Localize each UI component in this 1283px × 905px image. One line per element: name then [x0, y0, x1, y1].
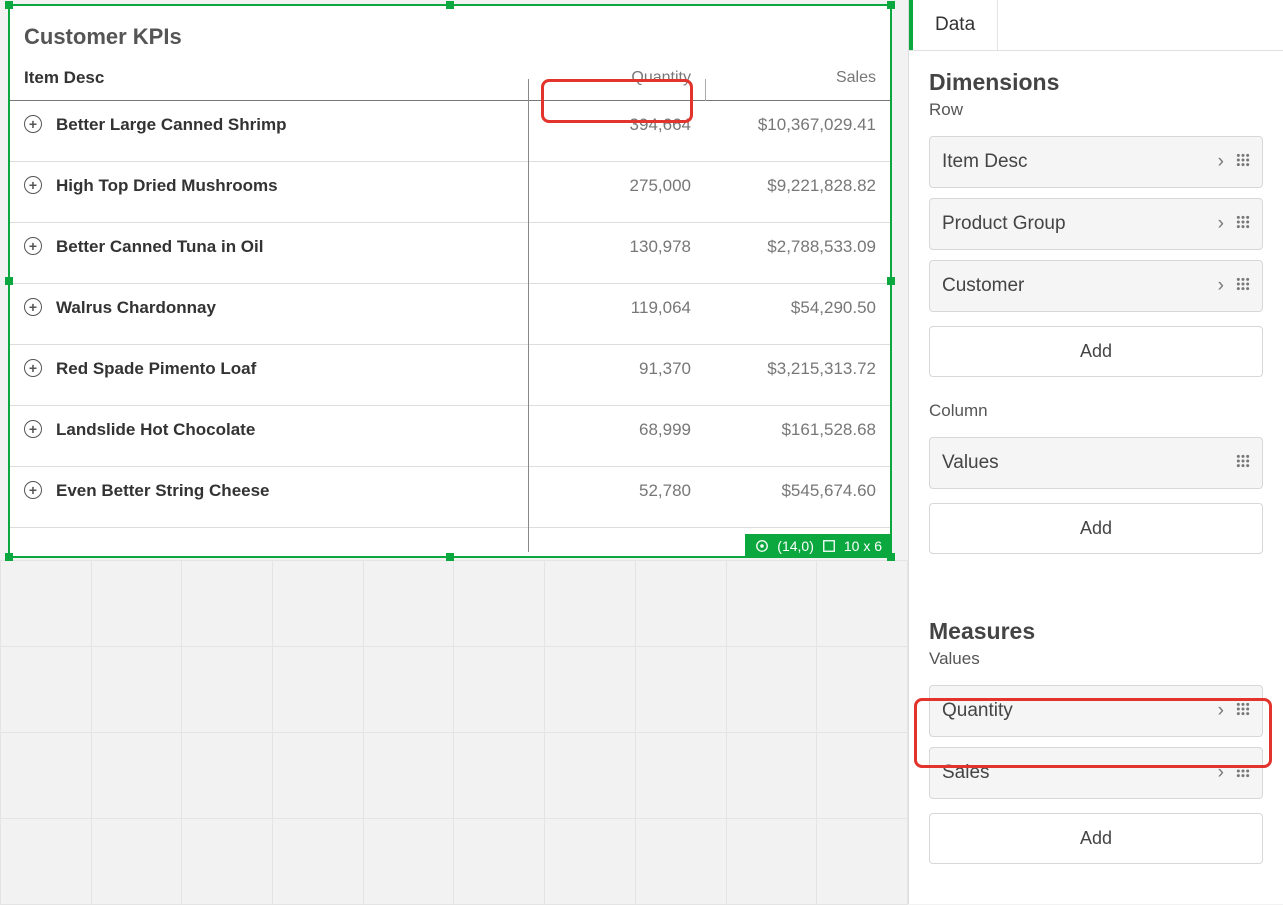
tab-data[interactable]: Data [909, 0, 998, 50]
field-pill-label: Product Group [942, 213, 1218, 235]
selection-position-badge: (14,0) 10 x 6 [745, 534, 892, 558]
drag-grip-icon[interactable] [1236, 153, 1250, 167]
pivot-table[interactable]: Item Desc Quantity Sales + Better Large C… [10, 58, 890, 528]
measures-heading: Measures [909, 600, 1283, 649]
quantity-cell: 394,664 [530, 101, 705, 162]
table-row[interactable]: + Red Spade Pimento Loaf 91,370$3,215,313.… [10, 345, 890, 406]
expand-icon[interactable]: + [24, 298, 42, 316]
resize-handle[interactable] [887, 277, 895, 285]
drag-grip-icon[interactable] [1236, 454, 1250, 468]
item-desc-cell: Better Large Canned Shrimp [56, 115, 287, 134]
add-row-dimension-button[interactable]: Add [929, 326, 1263, 377]
sales-cell: $3,215,313.72 [705, 345, 890, 406]
expand-icon[interactable]: + [24, 115, 42, 133]
table-row[interactable]: + Landslide Hot Chocolate 68,999$161,528.6… [10, 406, 890, 467]
chevron-right-icon[interactable]: › [1218, 151, 1224, 173]
row-subheading: Row [909, 100, 1283, 126]
field-pill[interactable]: Quantity› [929, 685, 1263, 737]
column-divider [528, 79, 529, 552]
object-title: Customer KPIs [10, 6, 890, 58]
chevron-right-icon[interactable]: › [1218, 762, 1224, 784]
expand-icon[interactable]: + [24, 481, 42, 499]
item-desc-cell: Walrus Chardonnay [56, 298, 216, 317]
quantity-cell: 91,370 [530, 345, 705, 406]
chevron-right-icon[interactable]: › [1218, 275, 1224, 297]
add-column-dimension-button[interactable]: Add [929, 503, 1263, 554]
field-pill[interactable]: Sales› [929, 747, 1263, 799]
target-icon [755, 539, 769, 553]
add-measure-button[interactable]: Add [929, 813, 1263, 864]
field-pill-label: Quantity [942, 700, 1218, 722]
column-header-quantity[interactable]: Quantity [530, 58, 705, 101]
field-pill[interactable]: Values [929, 437, 1263, 489]
position-text: (14,0) [777, 538, 814, 554]
panel-tabs: Data [909, 0, 1283, 51]
field-pill-label: Values [942, 452, 1236, 474]
item-desc-cell: Even Better String Cheese [56, 481, 270, 500]
expand-icon[interactable]: + [24, 359, 42, 377]
sales-cell: $545,674.60 [705, 467, 890, 528]
resize-handle[interactable] [446, 1, 454, 9]
resize-handle[interactable] [446, 553, 454, 561]
field-pill-label: Customer [942, 275, 1218, 297]
expand-icon[interactable]: + [24, 237, 42, 255]
drag-grip-icon[interactable] [1236, 215, 1250, 229]
quantity-cell: 130,978 [530, 223, 705, 284]
pivot-object-selected[interactable]: Customer KPIs Item Desc Quantity Sales +… [8, 4, 892, 558]
sheet-canvas[interactable]: Customer KPIs Item Desc Quantity Sales +… [0, 0, 908, 904]
drag-grip-icon[interactable] [1236, 764, 1250, 778]
sales-cell: $161,528.68 [705, 406, 890, 467]
field-pill[interactable]: Item Desc› [929, 136, 1263, 188]
resize-handle[interactable] [5, 1, 13, 9]
resize-handle[interactable] [5, 277, 13, 285]
dimensions-heading: Dimensions [909, 51, 1283, 100]
quantity-cell: 275,000 [530, 162, 705, 223]
sales-cell: $9,221,828.82 [705, 162, 890, 223]
sales-cell: $54,290.50 [705, 284, 890, 345]
sales-cell: $10,367,029.41 [705, 101, 890, 162]
item-desc-cell: High Top Dried Mushrooms [56, 176, 278, 195]
properties-panel: Data Dimensions Row Item Desc›Product Gr… [908, 0, 1283, 904]
field-pill[interactable]: Product Group› [929, 198, 1263, 250]
canvas-grid [0, 560, 908, 904]
resize-handle[interactable] [5, 553, 13, 561]
expand-icon[interactable]: + [24, 420, 42, 438]
sales-cell: $2,788,533.09 [705, 223, 890, 284]
values-subheading: Values [909, 649, 1283, 675]
column-header-item-desc[interactable]: Item Desc [10, 58, 530, 101]
column-header-sales[interactable]: Sales [705, 58, 890, 101]
size-text: 10 x 6 [844, 538, 882, 554]
expand-icon[interactable]: + [24, 176, 42, 194]
quantity-cell: 68,999 [530, 406, 705, 467]
quantity-cell: 119,064 [530, 284, 705, 345]
field-pill[interactable]: Customer› [929, 260, 1263, 312]
chevron-right-icon[interactable]: › [1218, 700, 1224, 722]
item-desc-cell: Red Spade Pimento Loaf [56, 359, 256, 378]
field-pill-label: Item Desc [942, 151, 1218, 173]
chevron-right-icon[interactable]: › [1218, 213, 1224, 235]
size-icon [822, 539, 836, 553]
table-row[interactable]: + Better Large Canned Shrimp 394,664$10,36… [10, 101, 890, 162]
resize-handle[interactable] [887, 1, 895, 9]
column-subheading: Column [909, 401, 1283, 427]
item-desc-cell: Better Canned Tuna in Oil [56, 237, 263, 256]
table-row[interactable]: + High Top Dried Mushrooms 275,000$9,221,8… [10, 162, 890, 223]
table-row[interactable]: + Walrus Chardonnay 119,064$54,290.50 [10, 284, 890, 345]
table-row[interactable]: + Better Canned Tuna in Oil 130,978$2,788,… [10, 223, 890, 284]
field-pill-label: Sales [942, 762, 1218, 784]
table-row[interactable]: + Even Better String Cheese 52,780$545,674… [10, 467, 890, 528]
quantity-cell: 52,780 [530, 467, 705, 528]
drag-grip-icon[interactable] [1236, 702, 1250, 716]
column-divider [705, 79, 706, 101]
resize-handle[interactable] [887, 553, 895, 561]
drag-grip-icon[interactable] [1236, 277, 1250, 291]
item-desc-cell: Landslide Hot Chocolate [56, 420, 255, 439]
